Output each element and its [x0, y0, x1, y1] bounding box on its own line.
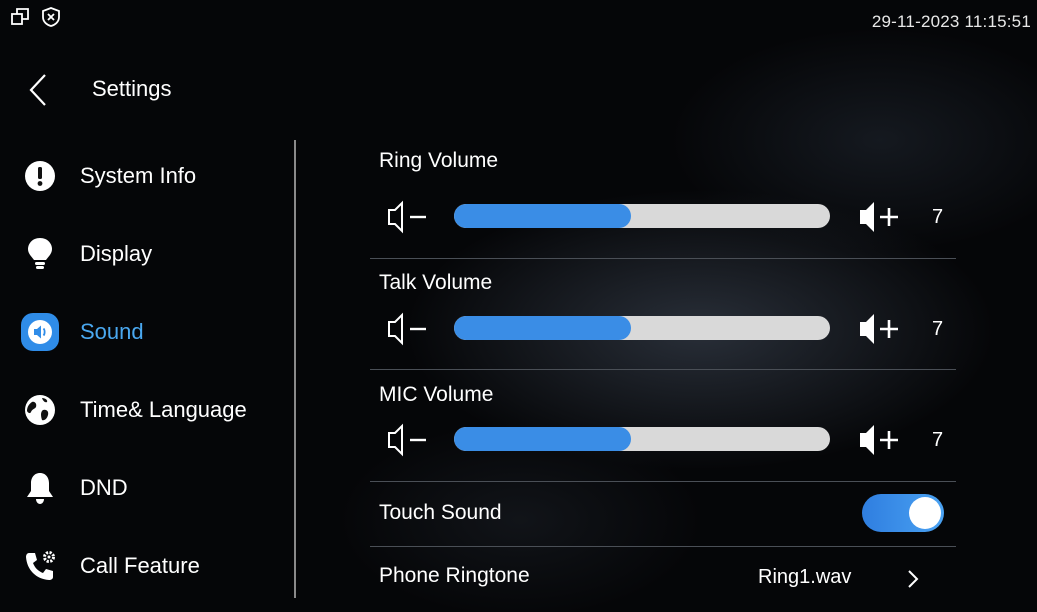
- chevron-right-icon: [906, 568, 920, 590]
- sidebar: System Info Display Sound Time& Language…: [0, 136, 295, 606]
- volume-up-icon[interactable]: [858, 199, 904, 235]
- ring-volume-slider-fill: [454, 204, 631, 228]
- talk-volume-row: 7: [380, 309, 950, 349]
- sidebar-item-system-info[interactable]: System Info: [0, 146, 295, 206]
- mic-volume-row: 7: [380, 420, 950, 460]
- sidebar-item-label: DND: [80, 475, 128, 500]
- talk-volume-slider[interactable]: [454, 316, 830, 340]
- volume-down-icon[interactable]: [380, 199, 430, 235]
- ring-volume-value: 7: [932, 206, 944, 228]
- status-icons: [10, 6, 62, 33]
- info-exclamation-icon: [18, 154, 62, 198]
- sidebar-item-time-language[interactable]: Time& Language: [0, 380, 295, 440]
- divider: [370, 369, 956, 370]
- mic-volume-slider-fill: [454, 427, 631, 451]
- toggle-knob: [909, 497, 941, 529]
- sidebar-item-label: Call Feature: [80, 553, 200, 578]
- phone-ringtone-value: Ring1.wav: [758, 566, 852, 588]
- sidebar-item-label: System Info: [80, 163, 197, 188]
- chevron-left-icon: [29, 74, 46, 106]
- ring-volume-slider[interactable]: [454, 204, 830, 228]
- status-datetime: 29-11-2023 11:15:51: [871, 12, 1031, 31]
- lightbulb-icon: [18, 232, 62, 276]
- sidebar-item-display[interactable]: Display: [0, 224, 295, 284]
- sidebar-divider: [294, 140, 296, 598]
- phone-gear-icon: [18, 544, 62, 588]
- divider: [370, 481, 956, 482]
- globe-icon: [18, 388, 62, 432]
- divider: [370, 258, 956, 259]
- ring-volume-row: 7: [380, 197, 950, 237]
- volume-up-icon[interactable]: [858, 422, 904, 458]
- sidebar-item-sound[interactable]: Sound: [0, 302, 295, 362]
- volume-down-icon[interactable]: [380, 311, 430, 347]
- shield-x-icon: [40, 6, 62, 33]
- ring-volume-label: Ring Volume: [379, 149, 499, 172]
- divider: [370, 546, 956, 547]
- bell-icon: [18, 466, 62, 510]
- mic-volume-slider[interactable]: [454, 427, 830, 451]
- touch-sound-label: Touch Sound: [379, 501, 502, 524]
- phone-ringtone-label: Phone Ringtone: [379, 564, 530, 587]
- volume-down-icon[interactable]: [380, 422, 430, 458]
- sidebar-item-dnd[interactable]: DND: [0, 458, 295, 518]
- sidebar-item-label: Sound: [80, 319, 144, 344]
- talk-volume-value: 7: [932, 318, 944, 340]
- mic-volume-value: 7: [932, 429, 944, 451]
- speaker-icon: [18, 310, 62, 354]
- sidebar-item-label: Time& Language: [80, 397, 247, 422]
- sidebar-item-label: Display: [80, 241, 153, 266]
- sidebar-item-call-feature[interactable]: Call Feature: [0, 536, 295, 596]
- phone-ringtone-row[interactable]: Phone Ringtone Ring1.wav: [370, 552, 950, 602]
- talk-volume-slider-fill: [454, 316, 631, 340]
- page-title: Settings: [92, 76, 172, 101]
- volume-up-icon[interactable]: [858, 311, 904, 347]
- touch-sound-toggle[interactable]: [862, 494, 944, 532]
- talk-volume-label: Talk Volume: [379, 271, 493, 294]
- multi-window-icon: [10, 6, 32, 33]
- back-button[interactable]: [20, 70, 56, 110]
- mic-volume-label: MIC Volume: [379, 383, 494, 406]
